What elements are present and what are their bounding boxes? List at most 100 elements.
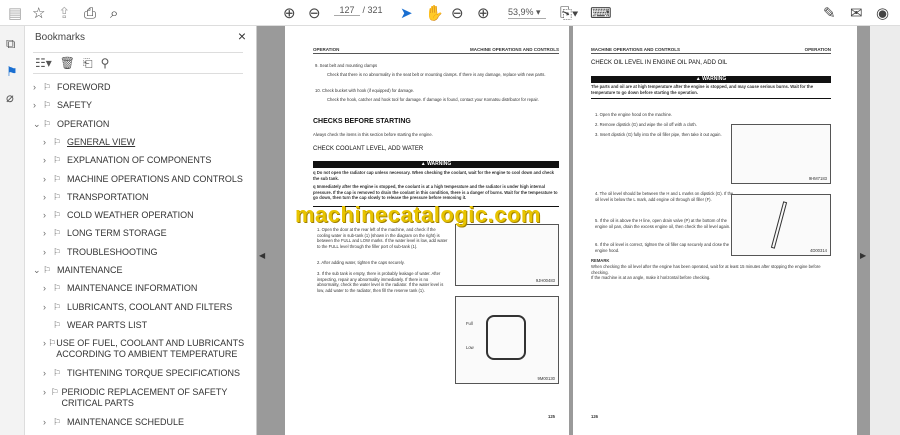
close-icon[interactable]: × <box>238 28 246 44</box>
bookmark-item[interactable]: ⚐ WEAR PARTS LIST <box>43 320 247 331</box>
sign-icon[interactable]: ✎ <box>823 3 836 23</box>
bookmark-icon[interactable]: ⚑ <box>6 64 18 80</box>
bookmark-label: WEAR PARTS LIST <box>67 319 148 330</box>
chevron-right-icon[interactable]: › <box>43 192 53 203</box>
page-header: MACHINE OPERATIONS AND CONTROLS OPERATION <box>591 47 831 54</box>
print-icon[interactable]: ⎙ <box>84 3 96 23</box>
bookmark-item[interactable]: › ⚐ COLD WEATHER OPERATION <box>43 210 247 221</box>
scroll-right-icon[interactable]: ▶ <box>860 251 866 260</box>
options-icon[interactable]: ☷▾ <box>35 56 52 70</box>
page-indicator: 127 / 321 <box>334 5 383 16</box>
warning-banner: ▲ WARNING <box>591 76 831 83</box>
engine-figure: 9HM7183 <box>731 124 831 184</box>
search-icon[interactable]: ⌕ <box>110 3 118 23</box>
bookmark-label: TIGHTENING TORQUE SPECIFICATIONS <box>67 368 241 379</box>
bookmark-icon: ⚐ <box>53 301 62 312</box>
bookmark-item[interactable]: › ⚐ TIGHTENING TORQUE SPECIFICATIONS <box>43 368 247 379</box>
panel-title: Bookmarks <box>35 32 86 43</box>
bookmark-item[interactable]: › ⚐ SAFETY <box>33 100 247 111</box>
chevron-right-icon[interactable]: › <box>43 283 53 294</box>
remark-text: If the machine is at an angle, make it h… <box>591 275 711 280</box>
bookmark-label: MAINTENANCE INFORMATION <box>67 283 198 294</box>
chevron-right-icon[interactable]: › <box>43 137 53 148</box>
chevron-right-icon[interactable]: › <box>43 417 53 428</box>
page-header: OPERATION MACHINE OPERATIONS AND CONTROLS <box>313 47 559 54</box>
zoom-in-icon[interactable]: ⊕ <box>477 3 490 23</box>
full-low-figure: Full Low 9M00130 <box>455 296 559 384</box>
bookmark-item[interactable]: › ⚐ FOREWORD <box>33 82 247 93</box>
warning-text: The parts and oil are at high temperatur… <box>591 84 814 95</box>
page-number: 126 <box>591 414 598 419</box>
prev-page-icon[interactable]: ⊕ <box>283 3 296 23</box>
bookmark-item[interactable]: › ⚐ MAINTENANCE SCHEDULE <box>43 417 247 428</box>
right-page: MACHINE OPERATIONS AND CONTROLS OPERATION… <box>573 26 857 435</box>
vertical-scrollbar[interactable] <box>870 26 900 435</box>
page-input[interactable]: 127 <box>334 5 360 16</box>
mail-icon[interactable]: ✉ <box>850 3 863 23</box>
bookmark-label: USE OF FUEL, COOLANT AND LUBRICANTS ACCO… <box>56 338 245 360</box>
text: Check the hook, catcher and hook tool fo… <box>327 97 539 102</box>
bookmark-icon: ⚐ <box>53 136 62 147</box>
bookmark-item[interactable]: › ⚐ PERIODIC REPLACEMENT OF SAFETY CRITICA… <box>43 387 247 409</box>
chevron-right-icon[interactable]: › <box>43 368 53 379</box>
text: Always check the items in this section b… <box>313 132 433 137</box>
new-bookmark-icon[interactable]: ⎗ <box>83 56 93 71</box>
chevron-right-icon[interactable]: › <box>43 387 51 409</box>
chevron-down-icon[interactable]: ⌄ <box>33 119 43 130</box>
scroll-left-icon[interactable]: ◀ <box>259 251 265 260</box>
chevron-right-icon[interactable]: › <box>43 247 53 258</box>
delete-icon[interactable]: 🗑 <box>60 56 75 70</box>
bookmark-item[interactable]: › ⚐ MAINTENANCE INFORMATION <box>43 283 247 294</box>
bookmark-label: PERIODIC REPLACEMENT OF SAFETY CRITICAL … <box>61 386 228 408</box>
bookmark-icon: ⚐ <box>53 283 62 294</box>
zoom-value: 53,9% <box>508 7 534 17</box>
bookmark-icon: ⚐ <box>48 338 57 349</box>
bookmark-item[interactable]: › ⚐ LUBRICANTS, COOLANT AND FILTERS <box>43 302 247 313</box>
bookmark-icon: ⚐ <box>43 118 52 129</box>
chevron-right-icon[interactable]: › <box>43 155 53 166</box>
save-icon[interactable]: ▤ <box>8 3 22 23</box>
zoom-select[interactable]: 53,9% ▾ <box>508 7 546 19</box>
chevron-right-icon[interactable]: › <box>43 210 53 221</box>
attachment-icon[interactable]: ⌀ <box>6 90 14 106</box>
watermark: machinecatalogic.com <box>295 202 541 227</box>
bookmark-item[interactable]: ⌄ ⚐ MAINTENANCE <box>33 265 247 276</box>
page-fit-icon[interactable]: ⎘▾ <box>560 3 578 23</box>
remark-label: REMARK <box>591 258 610 263</box>
chevron-right-icon[interactable]: › <box>43 228 53 239</box>
chevron-right-icon[interactable] <box>43 320 53 331</box>
warning-text: q Do not open the radiator cap unless ne… <box>313 170 554 181</box>
bookmark-item[interactable]: ⌄ ⚐ OPERATION <box>33 119 247 130</box>
bookmark-item[interactable]: › ⚐ USE OF FUEL, COOLANT AND LUBRICANTS AC… <box>43 338 247 360</box>
star-icon[interactable]: ☆ <box>32 3 45 23</box>
select-tool-icon[interactable]: ➤ <box>400 3 413 23</box>
scroll-mode-icon[interactable]: ⌨ <box>590 3 612 23</box>
text: 9. Seat belt and mounting clamps <box>315 63 378 68</box>
next-page-icon[interactable]: ⊖ <box>308 3 321 23</box>
bookmark-item[interactable]: › ⚐ EXPLANATION OF COMPONENTS <box>43 155 247 166</box>
step: 5. If the oil is above the H line, open … <box>595 218 731 229</box>
bookmark-icon: ⚐ <box>43 82 52 92</box>
account-icon[interactable]: ◉ <box>876 3 889 23</box>
bookmark-label: TROUBLESHOOTING <box>67 246 158 257</box>
bookmark-item[interactable]: › ⚐ MACHINE OPERATIONS AND CONTROLS <box>43 174 247 185</box>
chevron-right-icon[interactable]: › <box>33 82 43 93</box>
bookmark-icon: ⚐ <box>43 100 52 111</box>
chevron-right-icon[interactable]: › <box>43 302 53 313</box>
bookmark-label: LONG TERM STORAGE <box>67 228 167 239</box>
page-total: / 321 <box>362 5 383 15</box>
chevron-right-icon[interactable]: › <box>33 100 43 111</box>
heading: CHECKS BEFORE STARTING <box>313 118 411 125</box>
chevron-down-icon[interactable]: ⌄ <box>33 265 43 276</box>
bookmark-item[interactable]: › ⚐ LONG TERM STORAGE <box>43 228 247 239</box>
cloud-upload-icon[interactable]: ⇪ <box>58 3 71 23</box>
bookmark-item[interactable]: › ⚐ TROUBLESHOOTING <box>43 247 247 258</box>
pages-icon[interactable]: ⧉ <box>6 36 15 52</box>
zoom-out-icon[interactable]: ⊖ <box>451 3 464 23</box>
hand-tool-icon[interactable]: ✋ <box>425 3 444 23</box>
bookmark-item[interactable]: › ⚐ GENERAL VIEW <box>43 137 247 148</box>
chevron-right-icon[interactable]: › <box>43 174 53 185</box>
bookmark-item[interactable]: › ⚐ TRANSPORTATION <box>43 192 247 203</box>
step: 1. Open the engine hood on the machine. <box>595 112 673 117</box>
find-bookmark-icon[interactable]: ⚲ <box>101 56 110 70</box>
